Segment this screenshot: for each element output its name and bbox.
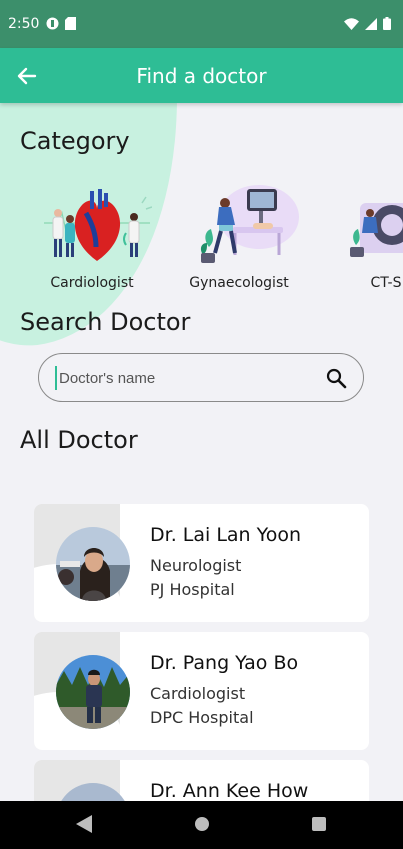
doctor-name: Dr. Pang Yao Bo [150,652,299,674]
page-title: Find a doctor [136,64,267,88]
status-notifications [46,17,76,30]
category-list[interactable]: Cardiologist Gynaecologist CT-S [0,183,403,295]
doctor-hospital: PJ Hospital [150,580,235,599]
status-bar: 2:50 [0,0,403,48]
category-heading: Category [20,127,130,155]
signal-icon [365,17,377,30]
doctor-card[interactable]: Dr. Pang Yao Bo Cardiologist DPC Hospita… [34,632,369,750]
category-item-gynaecologist[interactable]: Gynaecologist [169,183,309,295]
battery-icon [383,17,391,30]
category-item-cardiologist[interactable]: Cardiologist [22,183,162,295]
category-item-ct-scan[interactable]: CT-S [316,183,403,295]
doctor-name: Dr. Ann Kee How [150,780,309,801]
nav-back-icon[interactable] [76,815,92,833]
doctor-card[interactable]: Dr. Lai Lan Yoon Neurologist PJ Hospital [34,504,369,622]
app-notification-icon [46,17,59,30]
status-time: 2:50 [8,16,40,32]
status-system-icons [344,17,391,30]
doctor-specialty: Cardiologist [150,684,246,703]
app-bar: Find a doctor [0,48,403,103]
search-heading: Search Doctor [20,308,191,336]
nav-recents-icon[interactable] [311,815,327,833]
doctor-specialty: Neurologist [150,556,242,575]
doctor-card[interactable]: Dr. Ann Kee How [34,760,369,801]
doctor-name: Dr. Lai Lan Yoon [150,524,302,546]
sd-card-icon [65,17,76,30]
cardiology-illustration-icon [44,189,152,261]
doctor-hospital: DPC Hospital [150,708,254,727]
system-navigation-bar [0,801,403,849]
search-icon[interactable] [325,367,347,389]
gynaecology-illustration-icon [200,185,299,263]
category-label: Cardiologist [50,275,134,291]
doctor-avatar [56,655,130,729]
ct-scan-illustration-icon [350,203,403,257]
all-doctors-heading: All Doctor [20,426,138,454]
category-label: CT-S [370,275,402,291]
category-label: Gynaecologist [189,275,289,291]
wifi-icon [344,17,359,30]
search-bar[interactable] [38,353,364,402]
main-content[interactable]: Category Cardiologist Gynaecologist CT-S… [0,103,403,801]
nav-home-icon[interactable] [194,815,210,833]
doctor-avatar [56,527,130,601]
search-input[interactable] [55,366,305,390]
